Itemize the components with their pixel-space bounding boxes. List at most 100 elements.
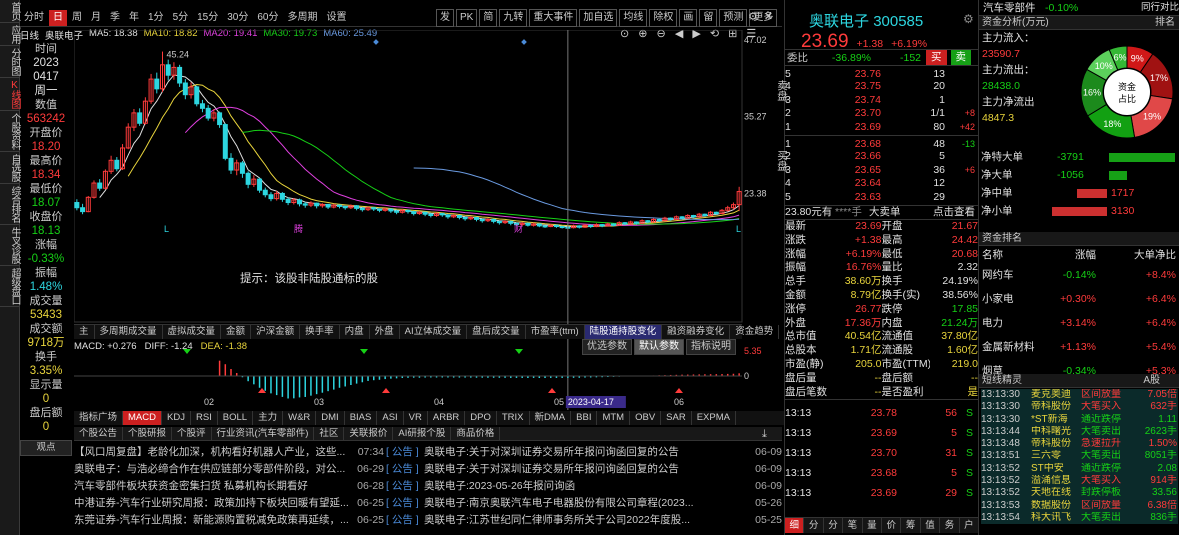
- indicator-option-17[interactable]: OBV: [630, 411, 662, 425]
- news-tab-1[interactable]: 个股研报: [123, 427, 173, 440]
- quote-tab-3[interactable]: 笔: [843, 518, 863, 533]
- indicator-option-15[interactable]: BBI: [571, 411, 598, 425]
- quote-tab-6[interactable]: 筹: [901, 518, 921, 533]
- indicator-tab-12[interactable]: 融资融券变化: [662, 325, 731, 339]
- market-filter[interactable]: A股: [1143, 374, 1160, 387]
- news-title[interactable]: 中港证券-汽车行业研究周报：政策加持下板块回暖有望延...: [74, 495, 348, 512]
- sector-row[interactable]: 小家电 +0.30% +6.4%: [982, 287, 1178, 311]
- indicator-tab-9[interactable]: 盘后成交量: [467, 325, 526, 339]
- sector-name[interactable]: 汽车零部件: [983, 0, 1045, 15]
- announcement-title[interactable]: 奥联电子:江苏世纪同仁律师事务所关于公司2022年度股...: [424, 512, 746, 529]
- tool-button-3[interactable]: 九转: [499, 9, 528, 27]
- sidebar-item-1[interactable]: 应用: [0, 23, 20, 46]
- quote-tab-2[interactable]: 分: [824, 518, 844, 533]
- indicator-option-14[interactable]: 新DMA: [530, 411, 572, 425]
- short-signal-row[interactable]: 13:13:48 帝科股份 急速拉升 1.50%: [981, 438, 1178, 451]
- indicator-option-16[interactable]: MTM: [597, 411, 631, 425]
- settings-icon[interactable]: ⚙: [748, 10, 758, 23]
- download-icon[interactable]: ⤓: [762, 428, 767, 441]
- indicator-tab-4[interactable]: 沪深金额: [251, 325, 301, 339]
- sell-button[interactable]: 卖: [950, 50, 971, 65]
- announcement-title[interactable]: 奥联电子:南京奥联汽车电子电器股份有限公司章程(2023...: [424, 495, 746, 512]
- short-signal-row[interactable]: 13:13:30 *ST新海 通近跌停 1.11: [981, 413, 1178, 426]
- close-icon[interactable]: ✕: [764, 10, 773, 23]
- news-item[interactable]: 奥联电子：与浩必缔合作在供应链部分零部件阶段，对公... 06-29: [74, 461, 384, 478]
- news-title[interactable]: 东莞证券-汽车行业周报：新能源购置税减免政策再延续，...: [74, 512, 348, 529]
- quote-tab-7[interactable]: 值: [921, 518, 941, 533]
- indicator-option-9[interactable]: ASI: [377, 411, 404, 425]
- period-tab-7[interactable]: 5分: [169, 10, 193, 26]
- event-marker[interactable]: 腾: [294, 223, 303, 234]
- quote-tab-8[interactable]: 务: [940, 518, 960, 533]
- sidebar-item-6[interactable]: 综合排名: [0, 184, 20, 225]
- short-signal-row[interactable]: 13:13:54 科大讯飞 大笔卖出 836手: [981, 511, 1178, 525]
- indicator-tab-2[interactable]: 虚拟成交量: [163, 325, 222, 339]
- tool-button-4[interactable]: 重大事件: [529, 9, 578, 27]
- indicator-option-10[interactable]: VR: [404, 411, 428, 425]
- indicator-option-2[interactable]: KDJ: [162, 411, 191, 425]
- event-diamond[interactable]: [521, 39, 527, 45]
- news-tab-4[interactable]: 社区: [314, 427, 345, 440]
- quote-tab-5[interactable]: 价: [882, 518, 902, 533]
- event-diamond[interactable]: [373, 39, 379, 45]
- indicator-option-1[interactable]: MACD: [123, 411, 162, 425]
- indicator-tab-5[interactable]: 换手率: [300, 325, 340, 339]
- period-tab-12[interactable]: 设置: [323, 10, 351, 26]
- period-tab-3[interactable]: 月: [87, 10, 105, 26]
- quote-tab-0[interactable]: 细: [785, 518, 805, 533]
- indicator-option-11[interactable]: ARBR: [428, 411, 466, 425]
- short-signal-row[interactable]: 13:13:30 麦克奥迪 区间放量 7.05倍: [981, 389, 1178, 402]
- announcement-item[interactable]: [ 公告 ] 奥联电子:关于对深圳证券交易所年报问询函回复的公告 06-09: [386, 444, 782, 461]
- param-tab-0[interactable]: 优选参数: [582, 339, 632, 355]
- tool-button-9[interactable]: 留: [699, 9, 718, 27]
- sidebar-item-2[interactable]: 分时图: [0, 46, 20, 78]
- sidebar-item-0[interactable]: 首页: [0, 0, 20, 23]
- indicator-option-3[interactable]: RSI: [191, 411, 218, 425]
- short-signal-row[interactable]: 13:13:44 中科曙光 大笔卖出 2623手: [981, 425, 1178, 439]
- announcement-title[interactable]: 奥联电子:2023-05-26年报问询函: [424, 478, 746, 495]
- event-marker[interactable]: L: [736, 224, 741, 234]
- sidebar-item-3[interactable]: K线图: [0, 78, 20, 111]
- news-tab-7[interactable]: 商品价格: [451, 427, 501, 440]
- sidebar-item-7[interactable]: 牛叉诊股: [0, 225, 20, 266]
- indicator-option-13[interactable]: TRIX: [497, 411, 530, 425]
- tool-button-2[interactable]: 简: [479, 9, 498, 27]
- short-signal-row[interactable]: 13:13:52 ST中安 通近跌停 2.08: [981, 462, 1178, 476]
- announcement-item[interactable]: [ 公告 ] 奥联电子:关于对深圳证券交易所年报问询函回复的公告 06-09: [386, 461, 782, 478]
- big-order-link[interactable]: 点击查看: [919, 206, 975, 219]
- quote-tab-4[interactable]: 量: [863, 518, 883, 533]
- quote-tab-1[interactable]: 分: [804, 518, 824, 533]
- period-tab-6[interactable]: 1分: [144, 10, 168, 26]
- indicator-tab-7[interactable]: 外盘: [370, 325, 400, 339]
- quote-tab-9[interactable]: 户: [960, 518, 980, 533]
- news-tab-6[interactable]: AI研报个股: [393, 427, 452, 440]
- param-tab-2[interactable]: 指标说明: [686, 339, 736, 355]
- period-tab-1[interactable]: 日: [49, 9, 67, 26]
- sector-row[interactable]: 金属新材料 +1.13% +5.4%: [982, 335, 1178, 359]
- sidebar-item-8[interactable]: 超级盘口: [0, 266, 20, 307]
- period-tab-9[interactable]: 30分: [223, 10, 252, 26]
- announcement-title[interactable]: 奥联电子:关于对深圳证券交易所年报问询函回复的公告: [424, 444, 746, 461]
- period-tab-8[interactable]: 15分: [193, 10, 222, 26]
- sector-row[interactable]: 网约车 -0.14% +8.4%: [982, 263, 1178, 287]
- peer-compare-link[interactable]: 同行对比: [1125, 0, 1179, 15]
- news-tab-0[interactable]: 个股公告: [74, 427, 124, 440]
- news-tab-3[interactable]: 行业资讯(汽车零部件): [212, 427, 315, 440]
- indicator-option-6[interactable]: W&R: [283, 411, 317, 425]
- indicator-tab-3[interactable]: 金额: [221, 325, 252, 339]
- tool-button-7[interactable]: 除权: [649, 9, 678, 27]
- indicator-option-7[interactable]: DMI: [316, 411, 345, 425]
- indicator-option-5[interactable]: 主力: [253, 411, 284, 425]
- short-signal-row[interactable]: 13:13:30 帝科股份 大笔买入 632手: [981, 401, 1178, 414]
- period-tab-11[interactable]: 多周期: [284, 10, 322, 26]
- news-title[interactable]: 汽车零部件板块获资金密集扫货 私募机构长期看好: [74, 478, 348, 495]
- indicator-option-0[interactable]: 指标广场: [74, 411, 124, 425]
- tool-button-6[interactable]: 均线: [619, 9, 648, 27]
- indicator-tab-11[interactable]: 陆股通持股变化: [584, 325, 663, 339]
- indicator-option-18[interactable]: SAR: [661, 411, 692, 425]
- event-marker[interactable]: L: [164, 224, 169, 234]
- news-title[interactable]: 【风口周复盘】老龄化加深，机构看好机器人产业，这些...: [74, 444, 348, 461]
- indicator-tab-1[interactable]: 多周期成交量: [95, 325, 163, 339]
- period-tab-2[interactable]: 周: [68, 10, 86, 26]
- news-item[interactable]: 汽车零部件板块获资金密集扫货 私募机构长期看好 06-28: [74, 478, 384, 495]
